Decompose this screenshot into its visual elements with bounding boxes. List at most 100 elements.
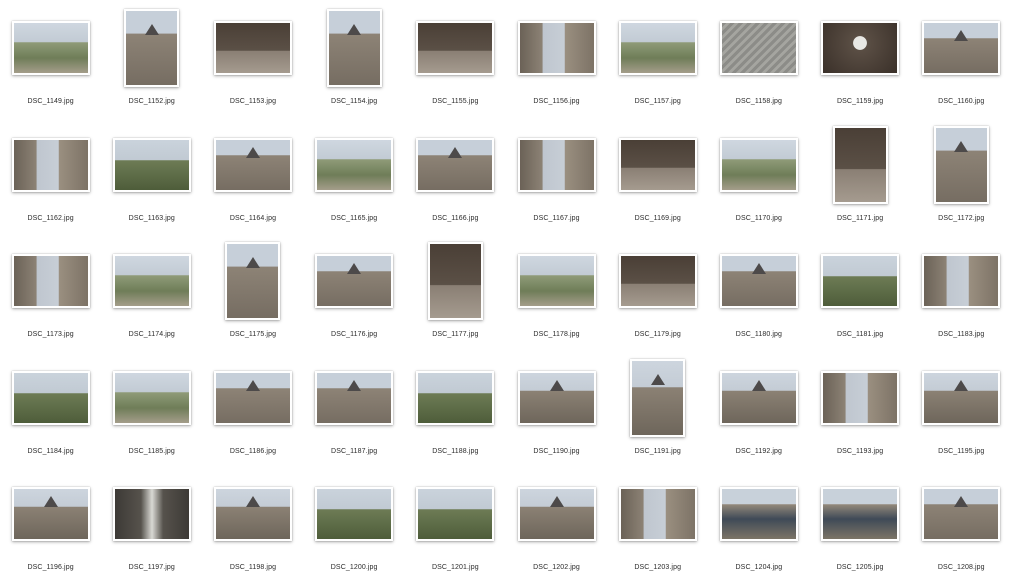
file-item[interactable]: DSC_1186.jpg xyxy=(202,354,303,471)
file-item[interactable]: DSC_1162.jpg xyxy=(0,121,101,238)
image-thumbnail[interactable] xyxy=(922,254,1001,308)
file-item[interactable]: DSC_1169.jpg xyxy=(607,121,708,238)
image-thumbnail[interactable] xyxy=(427,242,483,320)
file-item[interactable]: DSC_1195.jpg xyxy=(911,354,1012,471)
image-thumbnail[interactable] xyxy=(719,254,798,308)
file-item[interactable]: DSC_1180.jpg xyxy=(708,237,809,354)
file-item[interactable]: DSC_1152.jpg xyxy=(101,4,202,121)
file-item[interactable]: DSC_1177.jpg xyxy=(405,237,506,354)
image-thumbnail[interactable] xyxy=(315,254,394,308)
image-thumbnail[interactable] xyxy=(618,254,697,308)
image-thumbnail[interactable] xyxy=(11,137,90,192)
image-thumbnail[interactable] xyxy=(933,125,989,204)
file-item[interactable]: DSC_1166.jpg xyxy=(405,121,506,238)
file-item[interactable]: DSC_1155.jpg xyxy=(405,4,506,121)
image-thumbnail[interactable] xyxy=(821,254,900,308)
file-item[interactable]: DSC_1191.jpg xyxy=(607,354,708,471)
image-thumbnail[interactable] xyxy=(922,370,1001,425)
image-thumbnail[interactable] xyxy=(719,21,798,75)
file-item[interactable]: DSC_1159.jpg xyxy=(810,4,911,121)
file-item[interactable]: DSC_1164.jpg xyxy=(202,121,303,238)
image-thumbnail[interactable] xyxy=(416,370,495,425)
file-item[interactable]: DSC_1153.jpg xyxy=(202,4,303,121)
image-thumbnail[interactable] xyxy=(112,137,191,192)
file-item[interactable]: DSC_1185.jpg xyxy=(101,354,202,471)
file-item[interactable]: DSC_1184.jpg xyxy=(0,354,101,471)
image-thumbnail[interactable] xyxy=(112,254,191,308)
image-thumbnail[interactable] xyxy=(821,487,900,541)
image-thumbnail[interactable] xyxy=(213,487,292,541)
file-item[interactable]: DSC_1154.jpg xyxy=(304,4,405,121)
file-item[interactable]: DSC_1198.jpg xyxy=(202,470,303,587)
image-thumbnail[interactable] xyxy=(112,487,191,541)
file-item[interactable]: DSC_1197.jpg xyxy=(101,470,202,587)
file-item[interactable]: DSC_1160.jpg xyxy=(911,4,1012,121)
image-thumbnail[interactable] xyxy=(213,137,292,192)
file-item[interactable]: DSC_1149.jpg xyxy=(0,4,101,121)
image-thumbnail[interactable] xyxy=(225,242,281,320)
file-item[interactable]: DSC_1196.jpg xyxy=(0,470,101,587)
file-item[interactable]: DSC_1157.jpg xyxy=(607,4,708,121)
file-item[interactable]: DSC_1205.jpg xyxy=(810,470,911,587)
file-item[interactable]: DSC_1200.jpg xyxy=(304,470,405,587)
file-item[interactable]: DSC_1193.jpg xyxy=(810,354,911,471)
image-thumbnail[interactable] xyxy=(719,487,798,541)
image-thumbnail[interactable] xyxy=(315,370,394,425)
image-thumbnail[interactable] xyxy=(618,487,697,541)
image-thumbnail[interactable] xyxy=(832,125,888,204)
image-thumbnail[interactable] xyxy=(124,9,180,87)
file-item[interactable]: DSC_1190.jpg xyxy=(506,354,607,471)
file-item[interactable]: DSC_1163.jpg xyxy=(101,121,202,238)
image-thumbnail[interactable] xyxy=(719,137,798,192)
file-item[interactable]: DSC_1170.jpg xyxy=(708,121,809,238)
file-item[interactable]: DSC_1167.jpg xyxy=(506,121,607,238)
image-thumbnail[interactable] xyxy=(517,254,596,308)
image-thumbnail[interactable] xyxy=(11,487,90,541)
file-item[interactable]: DSC_1183.jpg xyxy=(911,237,1012,354)
image-thumbnail[interactable] xyxy=(719,370,798,425)
image-thumbnail[interactable] xyxy=(315,137,394,192)
image-thumbnail[interactable] xyxy=(922,21,1001,75)
image-thumbnail[interactable] xyxy=(517,370,596,425)
file-item[interactable]: DSC_1201.jpg xyxy=(405,470,506,587)
image-thumbnail[interactable] xyxy=(630,358,686,437)
file-item[interactable]: DSC_1175.jpg xyxy=(202,237,303,354)
file-item[interactable]: DSC_1188.jpg xyxy=(405,354,506,471)
file-item[interactable]: DSC_1171.jpg xyxy=(810,121,911,238)
image-thumbnail[interactable] xyxy=(11,21,90,75)
image-thumbnail[interactable] xyxy=(618,21,697,75)
file-item[interactable]: DSC_1156.jpg xyxy=(506,4,607,121)
image-thumbnail[interactable] xyxy=(416,21,495,75)
file-item[interactable]: DSC_1187.jpg xyxy=(304,354,405,471)
file-item[interactable]: DSC_1173.jpg xyxy=(0,237,101,354)
image-thumbnail[interactable] xyxy=(213,21,292,75)
image-thumbnail[interactable] xyxy=(11,370,90,425)
file-item[interactable]: DSC_1179.jpg xyxy=(607,237,708,354)
file-item[interactable]: DSC_1181.jpg xyxy=(810,237,911,354)
image-thumbnail[interactable] xyxy=(416,137,495,192)
file-item[interactable]: DSC_1202.jpg xyxy=(506,470,607,587)
image-thumbnail[interactable] xyxy=(11,254,90,308)
file-item[interactable]: DSC_1158.jpg xyxy=(708,4,809,121)
image-thumbnail[interactable] xyxy=(517,487,596,541)
image-thumbnail[interactable] xyxy=(821,370,900,425)
file-item[interactable]: DSC_1172.jpg xyxy=(911,121,1012,238)
image-thumbnail[interactable] xyxy=(326,9,382,87)
file-item[interactable]: DSC_1165.jpg xyxy=(304,121,405,238)
file-item[interactable]: DSC_1204.jpg xyxy=(708,470,809,587)
file-item[interactable]: DSC_1208.jpg xyxy=(911,470,1012,587)
file-item[interactable]: DSC_1178.jpg xyxy=(506,237,607,354)
image-thumbnail[interactable] xyxy=(213,370,292,425)
file-item[interactable]: DSC_1174.jpg xyxy=(101,237,202,354)
image-thumbnail[interactable] xyxy=(416,487,495,541)
image-thumbnail[interactable] xyxy=(112,370,191,425)
file-item[interactable]: DSC_1176.jpg xyxy=(304,237,405,354)
image-thumbnail[interactable] xyxy=(315,487,394,541)
file-item[interactable]: DSC_1192.jpg xyxy=(708,354,809,471)
image-thumbnail[interactable] xyxy=(517,21,596,75)
image-thumbnail[interactable] xyxy=(618,137,697,192)
image-thumbnail[interactable] xyxy=(821,21,900,75)
image-thumbnail[interactable] xyxy=(517,137,596,192)
image-thumbnail[interactable] xyxy=(922,487,1001,541)
file-item[interactable]: DSC_1203.jpg xyxy=(607,470,708,587)
